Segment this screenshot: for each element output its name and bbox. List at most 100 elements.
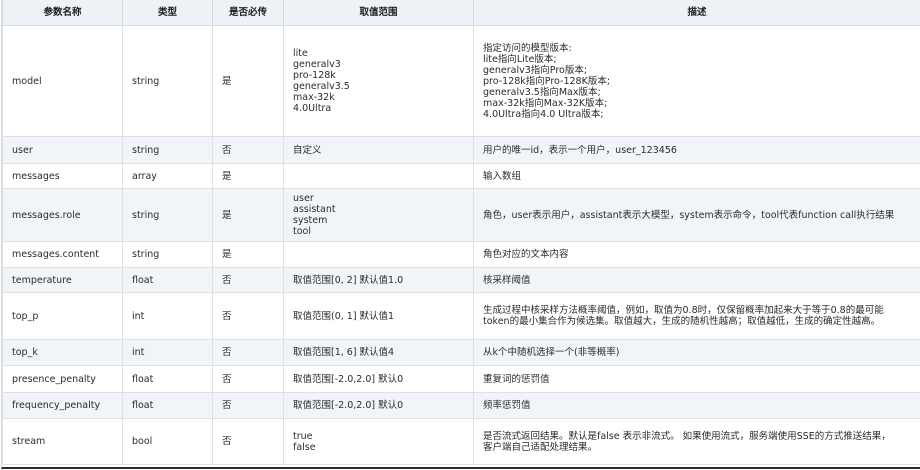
description-cell-line: 角色对应的文本内容 (483, 249, 569, 260)
description-cell-line: generalv3.5指向Max版本; (483, 86, 601, 98)
value-range-cell-line: 取值范围[-2.0,2.0] 默认0 (293, 400, 404, 411)
value-range-cell-line: user (293, 193, 314, 204)
description-cell: 输入数组 (473, 163, 920, 189)
value-range-cell-line: 自定义 (293, 144, 322, 156)
table-row: messages array 是 输入数组 (2, 163, 920, 189)
value-range-cell: 取值范围[1, 6] 默认值4 (283, 339, 474, 366)
type-cell: bool (122, 418, 213, 465)
description-cell-line: 客户端自己适配处理结果。 (483, 441, 598, 453)
value-range-cell-line: tool (293, 226, 311, 237)
table-row: messages.content string 是 角色对应的文本内容 (2, 241, 920, 268)
value-range-cell-line: lite (293, 48, 308, 59)
param-name-cell: stream (2, 418, 123, 465)
param-name-cell: frequency_penalty (2, 392, 123, 419)
description-cell: 生成过程中核采样方法概率阈值，例如，取值为0.8时，仅保留概率加起来大于等于0.… (473, 292, 920, 340)
value-range-cell-line: 4.0Ultra (293, 103, 332, 114)
description-cell-line: 生成过程中核采样方法概率阈值，例如，取值为0.8时，仅保留概率加起来大于等于0.… (483, 305, 884, 316)
value-range-cell: 自定义 (283, 136, 474, 164)
required-cell: 是 (212, 163, 284, 189)
type-cell: float (122, 392, 213, 419)
value-range-cell: 取值范围[-2.0,2.0] 默认0 (283, 392, 474, 419)
param-name-cell: top_k (2, 339, 123, 366)
required-cell: 否 (212, 292, 284, 340)
header-row: 参数名称 类型 是否必传 取值范围 描述 (2, 0, 920, 26)
type-cell: int (122, 339, 213, 366)
type-cell: string (122, 188, 213, 242)
description-cell: 指定访问的模型版本: lite指向Lite版本; generalv3指向Pro版本;… (473, 25, 920, 137)
table-row: stream bool 否 true false 是否流式返回结果。默认是false 表示… (2, 418, 920, 465)
required-cell: 否 (212, 267, 284, 293)
type-cell: string (122, 136, 213, 164)
value-range-cell-line: false (293, 441, 316, 453)
value-range-cell-line: max-32k (293, 92, 335, 103)
value-range-cell: 取值范围[0, 2] 默认值1.0 (283, 267, 474, 293)
header-value-range: 取值范围 (283, 0, 474, 26)
param-name-cell: messages.role (2, 188, 123, 242)
table-row: top_k int 否取值范围[1, 6] 默认值4 从k个中随机选择一个(非等概率) (2, 339, 920, 366)
required-cell: 否 (212, 418, 284, 465)
description-cell-line: lite指向Lite版本; (483, 53, 557, 65)
value-range-cell: lite generalv3 pro-128k generalv3.5 max-32k 4… (283, 25, 474, 137)
description-cell-line: generalv3指向Pro版本; (483, 64, 588, 76)
description-cell-line: 核采样阈值 (483, 274, 531, 286)
description-cell-line: 重复词的惩罚值 (483, 373, 550, 385)
table-row: model string 是 lite generalv3 pro-128k general… (2, 25, 920, 137)
value-range-cell-line: assistant (293, 204, 336, 215)
param-name-cell: model (2, 25, 123, 137)
description-cell: 核采样阈值 (473, 267, 920, 293)
type-cell: string (122, 25, 213, 137)
description-cell: 角色，user表示用户，assistant表示大模型，system表示命令，to… (473, 188, 920, 242)
description-cell: 从k个中随机选择一个(非等概率) (473, 339, 920, 366)
param-name-cell: top_p (2, 292, 123, 340)
param-name-cell: presence_penalty (2, 365, 123, 393)
description-cell-line: 从k个中随机选择一个(非等概率) (483, 347, 620, 358)
description-cell: 是否流式返回结果。默认是false 表示非流式。 如果使用流式，服务端使用SSE… (473, 418, 920, 465)
description-cell: 重复词的惩罚值 (473, 365, 920, 393)
description-cell-line: 角色，user表示用户，assistant表示大模型，system表示命令，to… (483, 209, 895, 221)
parameter-table: 参数名称 类型 是否必传 取值范围 描述 model string 是 lite gen… (2, 0, 920, 465)
parameter-table-container: 参数名称 类型 是否必传 取值范围 描述 model string 是 lite gen… (1, 0, 920, 469)
header-description: 描述 (473, 0, 920, 26)
value-range-cell: true false (283, 418, 474, 465)
description-cell-line: max-32k指向Max-32K版本; (483, 97, 608, 109)
value-range-cell-line: 取值范围[1, 6] 默认值4 (293, 347, 395, 358)
required-cell: 否 (212, 365, 284, 393)
param-name-cell: temperature (2, 267, 123, 293)
value-range-cell-line: generalv3 (293, 59, 341, 70)
value-range-cell-line: 取值范围[0, 2] 默认值1.0 (293, 274, 404, 286)
description-cell-line: 4.0Ultra指向4.0 Ultra版本; (483, 108, 604, 120)
description-cell-line: token的最小集合作为候选集。取值越大，生成的随机性越高；取值越低，生成的确定… (483, 316, 881, 327)
table-header: 参数名称 类型 是否必传 取值范围 描述 (2, 0, 920, 26)
value-range-cell-line: pro-128k (293, 70, 336, 81)
description-cell-line: 用户的唯一id，表示一个用户，user_123456 (483, 144, 677, 156)
value-range-cell: 取值范围[-2.0,2.0] 默认0 (283, 365, 474, 393)
table-row: messages.role string 是 user assistant system t… (2, 188, 920, 242)
value-range-cell (283, 163, 474, 189)
table-row: frequency_penalty float 否取值范围[-2.0,2.0] 默认… (2, 392, 920, 419)
value-range-cell-line: 取值范围[-2.0,2.0] 默认0 (293, 373, 404, 385)
value-range-cell: 取值范围(0, 1] 默认值1 (283, 292, 474, 340)
type-cell: float (122, 365, 213, 393)
description-cell: 用户的唯一id，表示一个用户，user_123456 (473, 136, 920, 164)
header-type: 类型 (122, 0, 213, 26)
required-cell: 是 (212, 241, 284, 268)
description-cell-line: pro-128k指向Pro-128K版本; (483, 75, 611, 87)
description-cell: 角色对应的文本内容 (473, 241, 920, 268)
required-cell: 否 (212, 136, 284, 164)
value-range-cell (283, 241, 474, 268)
value-range-cell: user assistant system tool (283, 188, 474, 242)
table-row: presence_penalty float 否取值范围[-2.0,2.0] 默认0… (2, 365, 920, 393)
value-range-cell-line: system (293, 215, 328, 226)
description-cell-line: 是否流式返回结果。默认是false 表示非流式。 如果使用流式，服务端使用SSE… (483, 430, 891, 442)
required-cell: 否 (212, 339, 284, 366)
value-range-cell-line: 取值范围(0, 1] 默认值1 (293, 310, 395, 322)
param-name-cell: messages (2, 163, 123, 189)
type-cell: array (122, 163, 213, 189)
header-param-name: 参数名称 (2, 0, 123, 26)
description-cell: 频率惩罚值 (473, 392, 920, 419)
table-row: temperature float 否取值范围[0, 2] 默认值1.0 核采样阈值 (2, 267, 920, 293)
header-required: 是否必传 (212, 0, 284, 26)
value-range-cell-line: generalv3.5 (293, 81, 350, 92)
required-cell: 是 (212, 188, 284, 242)
description-cell-line: 频率惩罚值 (483, 400, 531, 411)
